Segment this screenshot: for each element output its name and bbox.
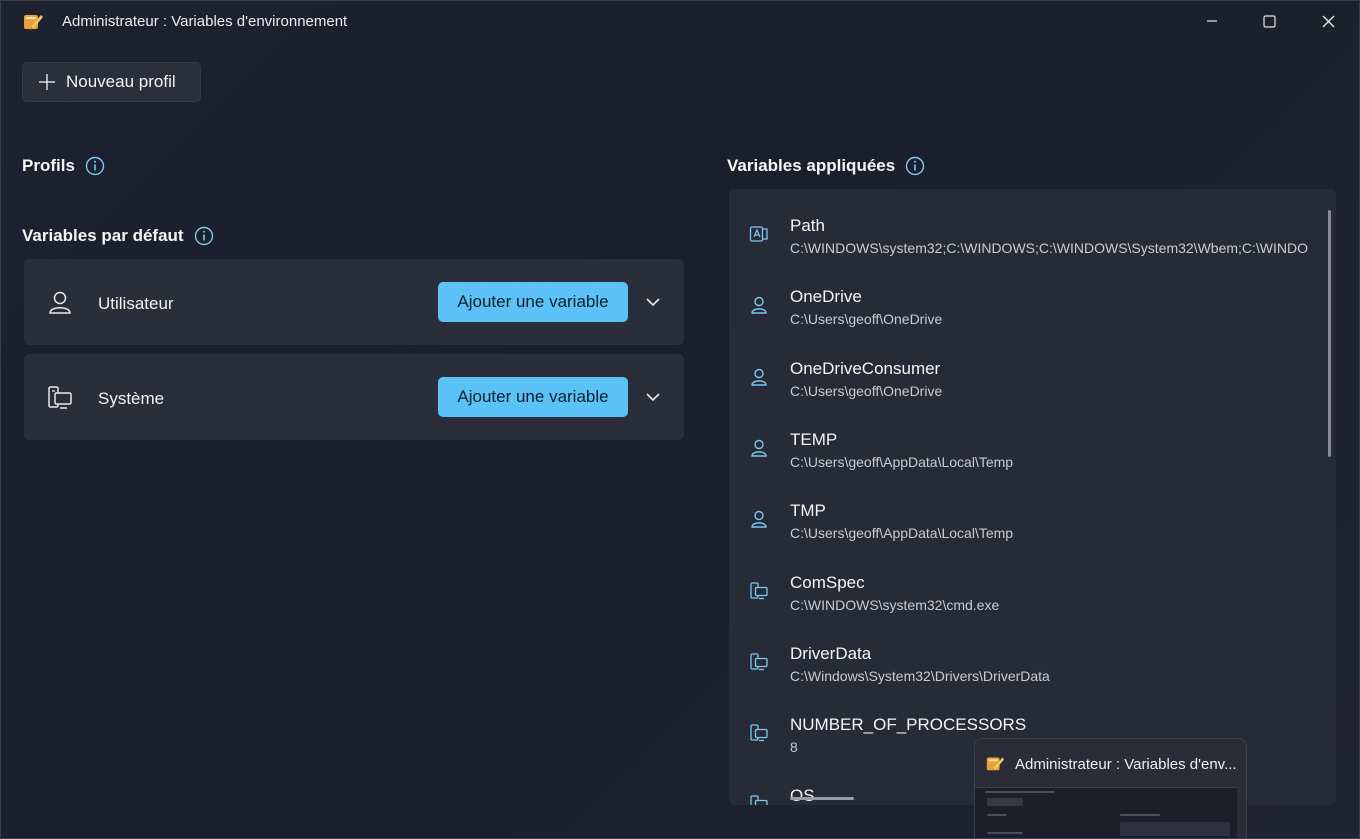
chevron-down-icon[interactable] — [644, 388, 662, 406]
system-icon — [750, 724, 768, 742]
user-icon — [751, 439, 767, 457]
default-variables-heading-text: Variables par défaut — [22, 226, 184, 245]
variable-name: OneDrive — [790, 287, 862, 307]
add-system-variable-button[interactable]: Ajouter une variable — [438, 377, 628, 417]
taskbar-thumbnail-popup[interactable]: Administrateur : Variables d'env... — [974, 738, 1247, 839]
default-variables-heading: Variables par défaut — [22, 226, 214, 246]
window-title: Administrateur : Variables d'environneme… — [62, 13, 348, 30]
applied-variable-row[interactable]: TMP C:\Users\geoff\AppData\Local\Temp — [729, 474, 1329, 545]
system-icon — [750, 581, 768, 599]
maximize-button[interactable] — [1240, 0, 1298, 42]
close-button[interactable] — [1299, 0, 1357, 42]
variable-value: C:\Users\geoff\AppData\Local\Temp — [790, 453, 1014, 470]
info-icon[interactable] — [905, 156, 925, 176]
add-user-variable-button[interactable]: Ajouter une variable — [438, 282, 628, 322]
user-icon — [751, 297, 767, 314]
profiles-heading-text: Profils — [22, 156, 75, 175]
system-icon — [750, 795, 768, 805]
variable-value: C:\WINDOWS\system32\cmd.exe — [790, 596, 1000, 613]
thumbnail-title: Administrateur : Variables d'env... — [1015, 756, 1237, 773]
user-icon — [49, 291, 71, 314]
system-icon — [48, 386, 72, 409]
title-bar[interactable]: Administrateur : Variables d'environneme… — [0, 0, 1360, 42]
variable-name: OS — [790, 786, 815, 805]
applied-variables-list[interactable]: Path C:\WINDOWS\system32;C:\WINDOWS;C:\WI… — [729, 189, 1336, 805]
variable-value: C:\WINDOWS\system32;C:\WINDOWS;C:\WINDOW… — [790, 240, 1309, 256]
scrollbar-thumb[interactable] — [1328, 210, 1331, 457]
user-card-label: Utilisateur — [98, 294, 174, 313]
app-icon — [986, 757, 1005, 772]
applied-variable-row[interactable]: OneDriveConsumer C:\Users\geoff\OneDrive — [729, 332, 1329, 403]
new-profile-button[interactable]: Nouveau profil — [22, 62, 201, 102]
variable-name: TMP — [790, 501, 826, 521]
variable-name: OneDriveConsumer — [790, 358, 941, 378]
variable-name: NUMBER_OF_PROCESSORS — [790, 715, 1027, 735]
app-icon — [24, 15, 43, 30]
user-variables-card[interactable]: Utilisateur Ajouter une variable — [24, 259, 684, 345]
applied-variables-heading: Variables appliquées — [727, 156, 925, 176]
applied-variable-row[interactable]: DriverData C:\Windows\System32\Drivers\Dr… — [729, 617, 1329, 688]
plus-icon — [39, 74, 55, 90]
variable-name: ComSpec — [790, 572, 865, 592]
path-edit-icon — [749, 226, 768, 242]
system-icon — [750, 653, 768, 670]
variable-name: TEMP — [790, 429, 838, 449]
system-variables-card[interactable]: Système Ajouter une variable — [24, 354, 684, 440]
maximize-icon — [1262, 14, 1276, 28]
variable-name: DriverData — [790, 643, 872, 663]
variable-value: C:\Users\geoff\OneDrive — [790, 311, 943, 328]
applied-variables-heading-text: Variables appliquées — [727, 156, 896, 175]
minimize-button[interactable] — [1183, 0, 1241, 42]
variable-value: C:\Windows\System32\Drivers\DriverData — [790, 667, 1050, 684]
close-icon — [1322, 15, 1334, 27]
applied-variable-row[interactable]: OneDrive C:\Users\geoff\OneDrive — [729, 260, 1329, 331]
info-icon[interactable] — [85, 156, 105, 176]
system-card-label: Système — [98, 389, 165, 408]
thumbnail-preview — [975, 787, 1237, 838]
variable-name: Path — [790, 216, 825, 235]
info-icon[interactable] — [194, 226, 214, 246]
applied-variable-row[interactable]: TEMP C:\Users\geoff\AppData\Local\Temp — [729, 403, 1329, 474]
applied-variable-row[interactable]: Path C:\WINDOWS\system32;C:\WINDOWS;C:\WI… — [729, 189, 1329, 260]
user-icon — [751, 368, 767, 386]
variable-value: C:\Users\geoff\AppData\Local\Temp — [790, 525, 1014, 542]
applied-variable-row[interactable]: ComSpec C:\WINDOWS\system32\cmd.exe — [729, 546, 1329, 617]
new-profile-label: Nouveau profil — [66, 72, 176, 91]
profiles-heading: Profils — [22, 156, 105, 176]
user-icon — [751, 510, 767, 528]
variable-value: C:\Users\geoff\OneDrive — [790, 382, 943, 399]
chevron-down-icon[interactable] — [644, 293, 662, 311]
drag-indicator — [790, 797, 854, 800]
minimize-icon — [1207, 20, 1217, 22]
